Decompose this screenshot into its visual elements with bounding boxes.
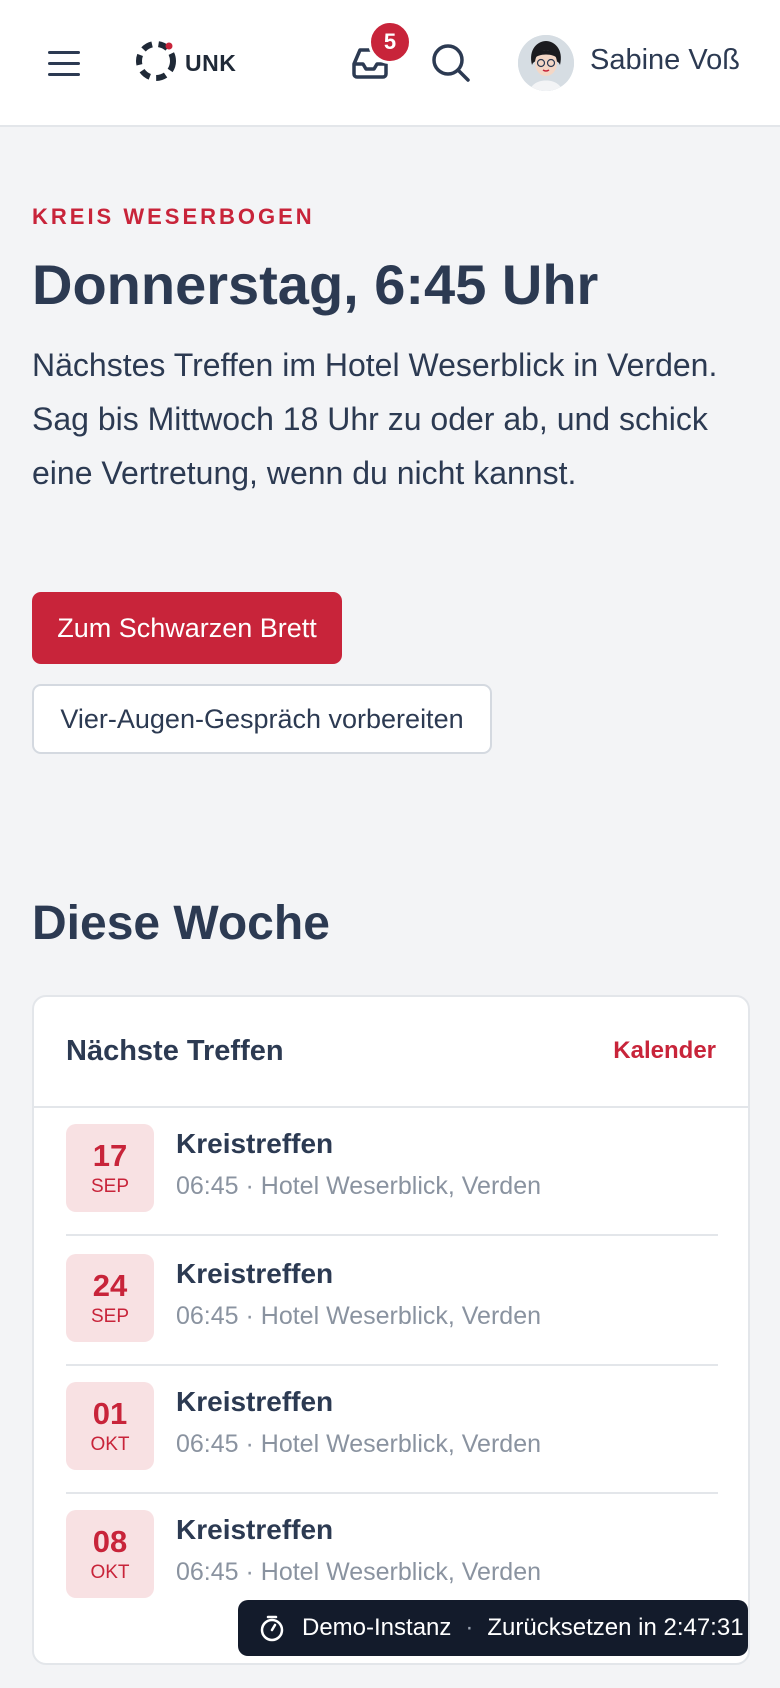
timer-icon [258,1614,286,1642]
event-title: Kreistreffen [176,1128,334,1159]
date-day: 17 [92,1138,128,1173]
event-title: Kreistreffen [176,1386,334,1417]
avatar-image [518,35,574,91]
reset-countdown: Zurücksetzen in 2:47:31 [487,1614,744,1641]
bulletin-board-button[interactable]: Zum Schwarzen Brett [32,592,342,664]
date-month: SEP [90,1306,130,1327]
event-title: Kreistreffen [176,1258,334,1289]
date-month: OKT [90,1434,130,1455]
date-day: 08 [92,1524,128,1559]
event-meta: 06:45 · Hotel Weserblick, Verden [176,1558,542,1586]
hero-description: Nächstes Treffen im Hotel Weserblick in … [32,347,718,491]
meetings-card: Nächste Treffen Kalender 17 SEP Kreistre… [32,995,750,1665]
one-on-one-prep-button[interactable]: Vier-Augen-Gespräch vorbereiten [32,684,492,754]
event-meta: 06:45 · Hotel Weserblick, Verden [176,1172,542,1200]
menu-icon[interactable] [44,42,84,86]
date-badge: 01 OKT [66,1382,154,1470]
notification-badge: 5 [368,20,412,64]
event-meta: 06:45 · Hotel Weserblick, Verden [176,1302,542,1330]
page-title: Donnerstag, 6:45 Uhr [32,253,599,316]
list-item[interactable]: 01 OKT Kreistreffen 06:45 · Hotel Weserb… [66,1366,718,1494]
date-day: 01 [92,1396,128,1431]
top-bar: UNK 5 Sabine Voß [0,0,780,127]
search-icon[interactable] [428,40,474,86]
calendar-link[interactable]: Kalender [613,1037,716,1065]
list-item[interactable]: 24 SEP Kreistreffen 06:45 · Hotel Weserb… [66,1238,718,1366]
demo-instance-toast: Demo-Instanz · Zurücksetzen in 2:47:31 [238,1600,748,1656]
toast-separator: · [465,1614,474,1641]
date-month: SEP [90,1176,130,1197]
logo[interactable]: UNK [133,40,236,86]
user-name[interactable]: Sabine Voß [590,44,740,77]
event-meta: 06:45 · Hotel Weserblick, Verden [176,1430,542,1458]
date-badge: 17 SEP [66,1124,154,1212]
circle-name: KREIS WESERBOGEN [32,204,315,229]
date-month: OKT [90,1562,130,1583]
event-title: Kreistreffen [176,1514,334,1545]
date-badge: 24 SEP [66,1254,154,1342]
date-badge: 08 OKT [66,1510,154,1598]
date-day: 24 [92,1268,128,1303]
logo-ring-icon [133,38,179,89]
demo-label: Demo-Instanz [302,1614,452,1641]
avatar[interactable] [518,35,574,91]
section-title: Diese Woche [32,897,330,950]
card-title: Nächste Treffen [66,1035,284,1067]
list-item[interactable]: 17 SEP Kreistreffen 06:45 · Hotel Weserb… [66,1108,718,1236]
card-header: Nächste Treffen Kalender [34,997,748,1108]
logo-text: UNK [185,49,237,76]
